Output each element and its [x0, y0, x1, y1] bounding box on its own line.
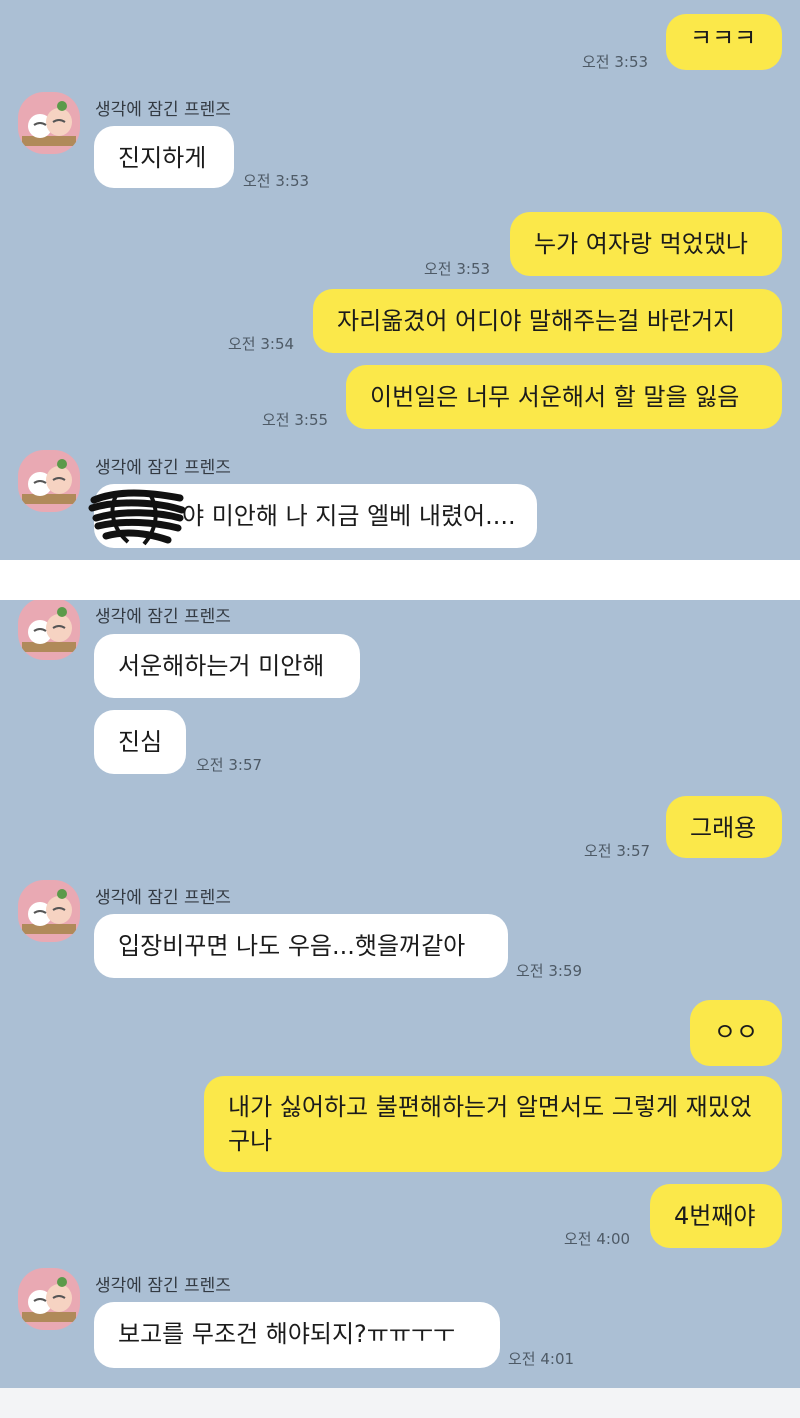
sender-name: 생각에 잠긴 프렌즈	[95, 607, 231, 627]
avatar-icon[interactable]	[18, 450, 80, 512]
avatar-icon[interactable]	[18, 600, 80, 660]
chat-panel-top[interactable]: 오전 3:53 ㅋㅋㅋ 생각에 잠긴 프렌즈 진지하게 오전 3:53 오전 3…	[0, 0, 800, 560]
friend-message-bubble[interactable]: 진지하게	[94, 126, 234, 188]
avatar-icon[interactable]	[18, 880, 80, 942]
avatar-icon[interactable]	[18, 92, 80, 154]
my-message-bubble[interactable]: 그래용	[666, 796, 782, 858]
scribble-redaction-icon	[88, 489, 186, 546]
thinking-friends-avatar-icon	[22, 1277, 76, 1322]
thinking-friends-avatar-icon	[22, 101, 76, 146]
avatar-icon[interactable]	[18, 1268, 80, 1330]
chat-panel-bottom[interactable]: 생각에 잠긴 프렌즈 서운해하는거 미안해 진심 오전 3:57 오전 3:57…	[0, 600, 800, 1388]
message-time: 오전 3:53	[582, 53, 649, 71]
sender-name: 생각에 잠긴 프렌즈	[95, 458, 231, 478]
friend-message-bubble[interactable]: 입장비꾸면 나도 우음...햇을꺼같아	[94, 914, 508, 978]
thinking-friends-avatar-icon	[22, 607, 76, 652]
thinking-friends-avatar-icon	[22, 889, 76, 934]
message-time: 오전 4:00	[564, 1230, 631, 1248]
thinking-friends-avatar-icon	[22, 459, 76, 504]
message-time: 오전 3:54	[228, 335, 295, 353]
friend-message-bubble[interactable]: 보고를 무조건 해야되지?ㅠㅠㅜㅜ	[94, 1302, 500, 1368]
friend-message-bubble[interactable]: 진심	[94, 710, 186, 774]
my-message-bubble[interactable]: ㅇㅇ	[690, 1000, 782, 1066]
footer-bar	[0, 1388, 800, 1418]
my-message-bubble[interactable]: ㅋㅋㅋ	[666, 14, 782, 70]
my-message-bubble[interactable]: 4번째야	[650, 1184, 782, 1248]
my-message-bubble[interactable]: 자리옮겼어 어디야 말해주는걸 바란거지	[313, 289, 782, 353]
my-message-bubble[interactable]: 내가 싫어하고 불편해하는거 알면서도 그렇게 재밌었구나	[204, 1076, 782, 1172]
sender-name: 생각에 잠긴 프렌즈	[95, 100, 231, 120]
friend-message-bubble[interactable]: 서운해하는거 미안해	[94, 634, 360, 698]
sender-name: 생각에 잠긴 프렌즈	[95, 1276, 231, 1296]
message-time: 오전 3:57	[584, 842, 651, 860]
my-message-bubble[interactable]: 누가 여자랑 먹었댔나	[510, 212, 782, 276]
message-time: 오전 3:53	[424, 260, 491, 278]
message-time: 오전 3:57	[196, 756, 263, 774]
sender-name: 생각에 잠긴 프렌즈	[95, 888, 231, 908]
message-time: 오전 3:59	[516, 962, 583, 980]
my-message-bubble[interactable]: 이번일은 너무 서운해서 할 말을 잃음	[346, 365, 782, 429]
message-time: 오전 3:53	[243, 172, 310, 190]
message-time: 오전 3:55	[262, 411, 329, 429]
message-time: 오전 4:01	[508, 1350, 575, 1368]
